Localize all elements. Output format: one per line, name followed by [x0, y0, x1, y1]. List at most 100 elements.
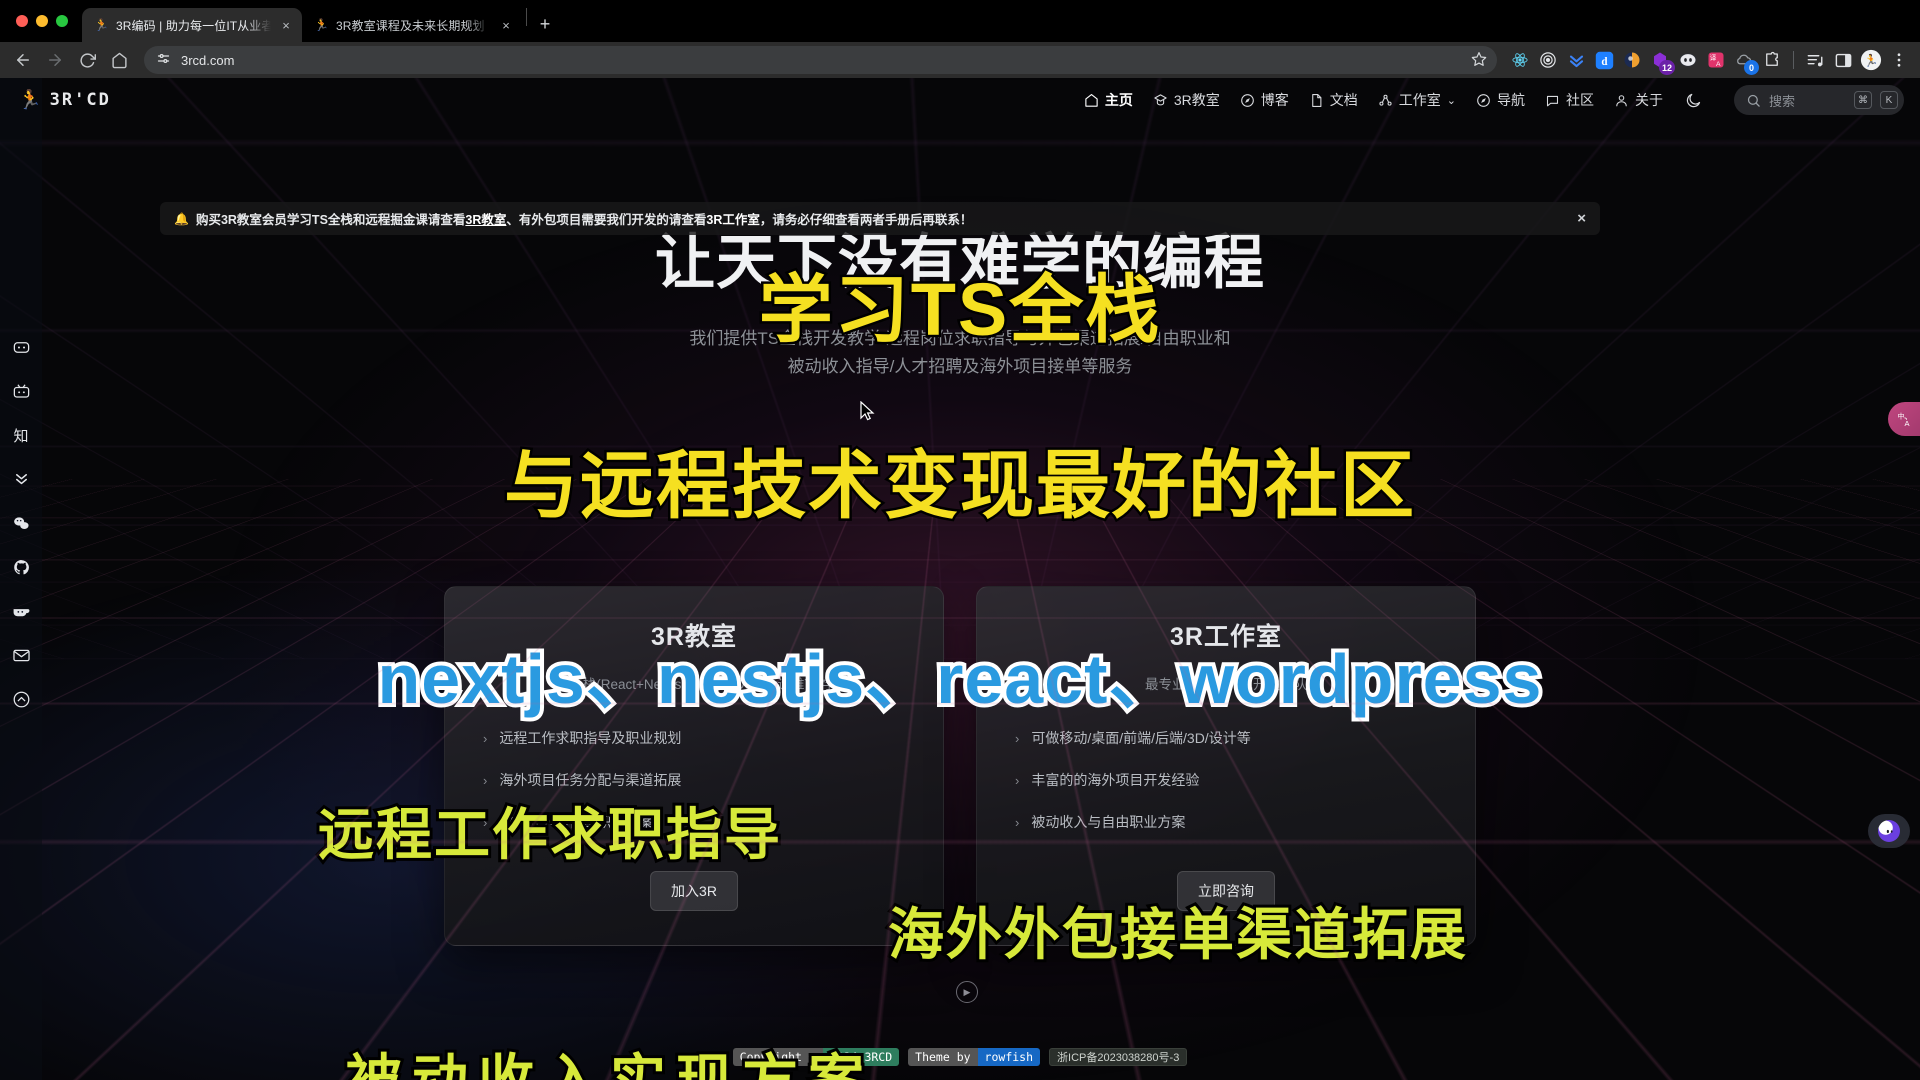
announcement-banner: 🔔 购买3R教室会员学习TS全栈和远程掘金课请查看3R教室、有外包项目需要我们开… — [160, 202, 1600, 235]
search-box[interactable]: 搜索 ⌘ K — [1734, 85, 1904, 115]
announcement-link-studio[interactable]: 3R工作室 — [706, 213, 759, 227]
nav-label: 主页 — [1104, 92, 1133, 108]
scroll-top-icon[interactable] — [10, 688, 32, 710]
chevron-right-icon: › — [1015, 814, 1020, 830]
discord-icon[interactable] — [10, 336, 32, 358]
chevron-right-icon: › — [483, 730, 488, 746]
bell-icon: 🔔 — [174, 211, 189, 226]
react-devtools-icon[interactable] — [1507, 47, 1533, 73]
running-person-icon: 🏃 — [314, 18, 329, 32]
moon-icon — [1686, 93, 1701, 107]
share-nodes-icon — [1379, 94, 1392, 106]
wechat-icon[interactable] — [10, 512, 32, 534]
list-item-label: 被动收入与自由职业方案 — [1031, 814, 1186, 830]
tab-strip: 🏃 3R编码 | 助力每一位IT从业者的 × 🏃 3R教室课程及未来长期规划（ … — [0, 0, 1920, 42]
compass-icon — [1240, 93, 1254, 107]
overlay-caption-3: nextjs、nestjs、react、wordpress — [374, 636, 1546, 722]
search-icon — [1747, 94, 1760, 107]
reading-list-icon[interactable] — [1802, 47, 1828, 73]
cloud-icon[interactable]: 0 — [1731, 47, 1759, 75]
forward-button[interactable] — [40, 45, 70, 75]
translate-floating-button[interactable]: 中A — [1888, 402, 1920, 436]
overlay-caption-4: 远程工作求职指导 — [315, 800, 783, 869]
chevron-right-icon: › — [483, 772, 488, 788]
nav-item-navigation[interactable]: 导航 — [1476, 90, 1525, 110]
close-tab-icon[interactable]: × — [498, 17, 514, 33]
profile-avatar[interactable]: 🏃 — [1858, 47, 1884, 73]
play-icon[interactable]: ▶ — [956, 981, 978, 1003]
overlay-caption-6: 被动收入实现方案 — [343, 1036, 874, 1080]
email-icon[interactable] — [10, 644, 32, 666]
running-person-icon: 🏃 — [94, 18, 109, 32]
svg-text:d: d — [1601, 55, 1608, 67]
nav-item-blog[interactable]: 博客 — [1240, 90, 1289, 110]
browser-tab-2[interactable]: 🏃 3R教室课程及未来长期规划（ × — [302, 8, 522, 42]
nav-item-about[interactable]: 关于 — [1614, 90, 1663, 110]
list-item-label: 可做移动/桌面/前端/后端/3D/设计等 — [1031, 730, 1251, 746]
new-tab-button[interactable]: + — [531, 10, 559, 38]
nav-item-docs[interactable]: 文档 — [1309, 90, 1358, 110]
shortcut-key-cmd: ⌘ — [1854, 91, 1872, 109]
svg-text:A: A — [1716, 61, 1721, 68]
chat-assistant-button[interactable] — [1868, 814, 1910, 848]
target-circle-icon[interactable] — [1535, 47, 1561, 73]
theme-toggle-button[interactable] — [1685, 92, 1702, 109]
purple-puzzle-icon[interactable]: 12 — [1647, 47, 1675, 75]
announcement-text: 购买3R教室会员学习TS全栈和远程掘金课请查看3R教室、有外包项目需要我们开发的… — [196, 209, 1567, 228]
announcement-prefix: 购买3R教室会员学习TS全栈和远程掘金课请查看 — [195, 213, 466, 227]
close-icon[interactable]: × — [1567, 210, 1586, 227]
browser-menu-icon[interactable] — [1886, 47, 1912, 73]
icp-license[interactable]: 浙ICP备2023038280号-3 — [1049, 1048, 1188, 1066]
web-page: 🏃 3R'CD 主页 3R教室 博客 文档 工作室 ⌄ 导航 社区 关于 搜索 … — [0, 78, 1920, 1080]
extensions-puzzle-icon[interactable] — [1759, 47, 1785, 73]
site-navigation: 🏃 3R'CD 主页 3R教室 博客 文档 工作室 ⌄ 导航 社区 关于 搜索 … — [0, 78, 1920, 122]
juejin-icon[interactable]: d — [1591, 47, 1617, 73]
mouse-cursor — [860, 401, 875, 421]
site-settings-icon[interactable] — [156, 51, 171, 69]
chat-assistant-icon — [1878, 820, 1900, 842]
bilibili-tv-icon[interactable] — [10, 600, 32, 622]
double-chevron-down-icon[interactable] — [1563, 47, 1589, 73]
nav-item-studio[interactable]: 工作室 ⌄ — [1378, 90, 1456, 110]
tab-separator — [526, 8, 527, 26]
announcement-link-classroom[interactable]: 3R教室 — [465, 213, 506, 227]
address-bar[interactable]: 3rcd.com — [144, 46, 1497, 74]
close-tab-icon[interactable]: × — [278, 17, 294, 33]
list-item-label: 远程工作求职指导及职业规划 — [499, 730, 682, 746]
social-rail: 知 — [0, 78, 42, 1080]
bilibili-icon[interactable] — [10, 380, 32, 402]
juejin-icon[interactable] — [10, 468, 32, 490]
zhihu-icon[interactable]: 知 — [10, 424, 32, 446]
translate-icon[interactable]: 译A — [1703, 47, 1729, 73]
maximize-window-button[interactable] — [56, 15, 68, 27]
chevron-right-icon: › — [1015, 730, 1020, 746]
url-text: 3rcd.com — [181, 52, 235, 68]
discord-icon[interactable] — [1675, 47, 1701, 73]
browser-tab-1[interactable]: 🏃 3R编码 | 助力每一位IT从业者的 × — [82, 8, 302, 42]
theme-badge[interactable]: Theme by rowfish — [908, 1048, 1041, 1066]
github-icon[interactable] — [10, 556, 32, 578]
nav-items: 主页 3R教室 博客 文档 工作室 ⌄ 导航 社区 关于 — [1084, 90, 1716, 110]
bookmark-star-icon[interactable] — [1471, 51, 1487, 70]
minimize-window-button[interactable] — [36, 15, 48, 27]
theme-label: Theme by — [908, 1048, 978, 1066]
nav-item-classroom[interactable]: 3R教室 — [1153, 90, 1220, 110]
side-panel-icon[interactable] — [1830, 47, 1856, 73]
brand-name: 3R'CD — [49, 90, 111, 110]
join-3r-button[interactable]: 加入3R — [650, 871, 738, 911]
back-button[interactable] — [8, 45, 38, 75]
nav-item-community[interactable]: 社区 — [1545, 90, 1594, 110]
chevron-down-icon: ⌄ — [1446, 94, 1456, 107]
reload-button[interactable] — [72, 45, 102, 75]
list-item-label: 海外项目任务分配与渠道拓展 — [499, 772, 682, 788]
graduation-icon — [1154, 93, 1167, 105]
nav-item-home[interactable]: 主页 — [1084, 90, 1133, 110]
globe-icon[interactable] — [1619, 47, 1645, 73]
site-brand[interactable]: 🏃 3R'CD — [0, 88, 111, 112]
tab-title: 3R教室课程及未来长期规划（ — [336, 18, 491, 33]
home-button[interactable] — [104, 45, 134, 75]
nav-label: 关于 — [1635, 92, 1663, 108]
close-window-button[interactable] — [16, 15, 28, 27]
extension-badge: 12 — [1658, 60, 1675, 75]
tab-title: 3R编码 | 助力每一位IT从业者的 — [116, 18, 271, 33]
